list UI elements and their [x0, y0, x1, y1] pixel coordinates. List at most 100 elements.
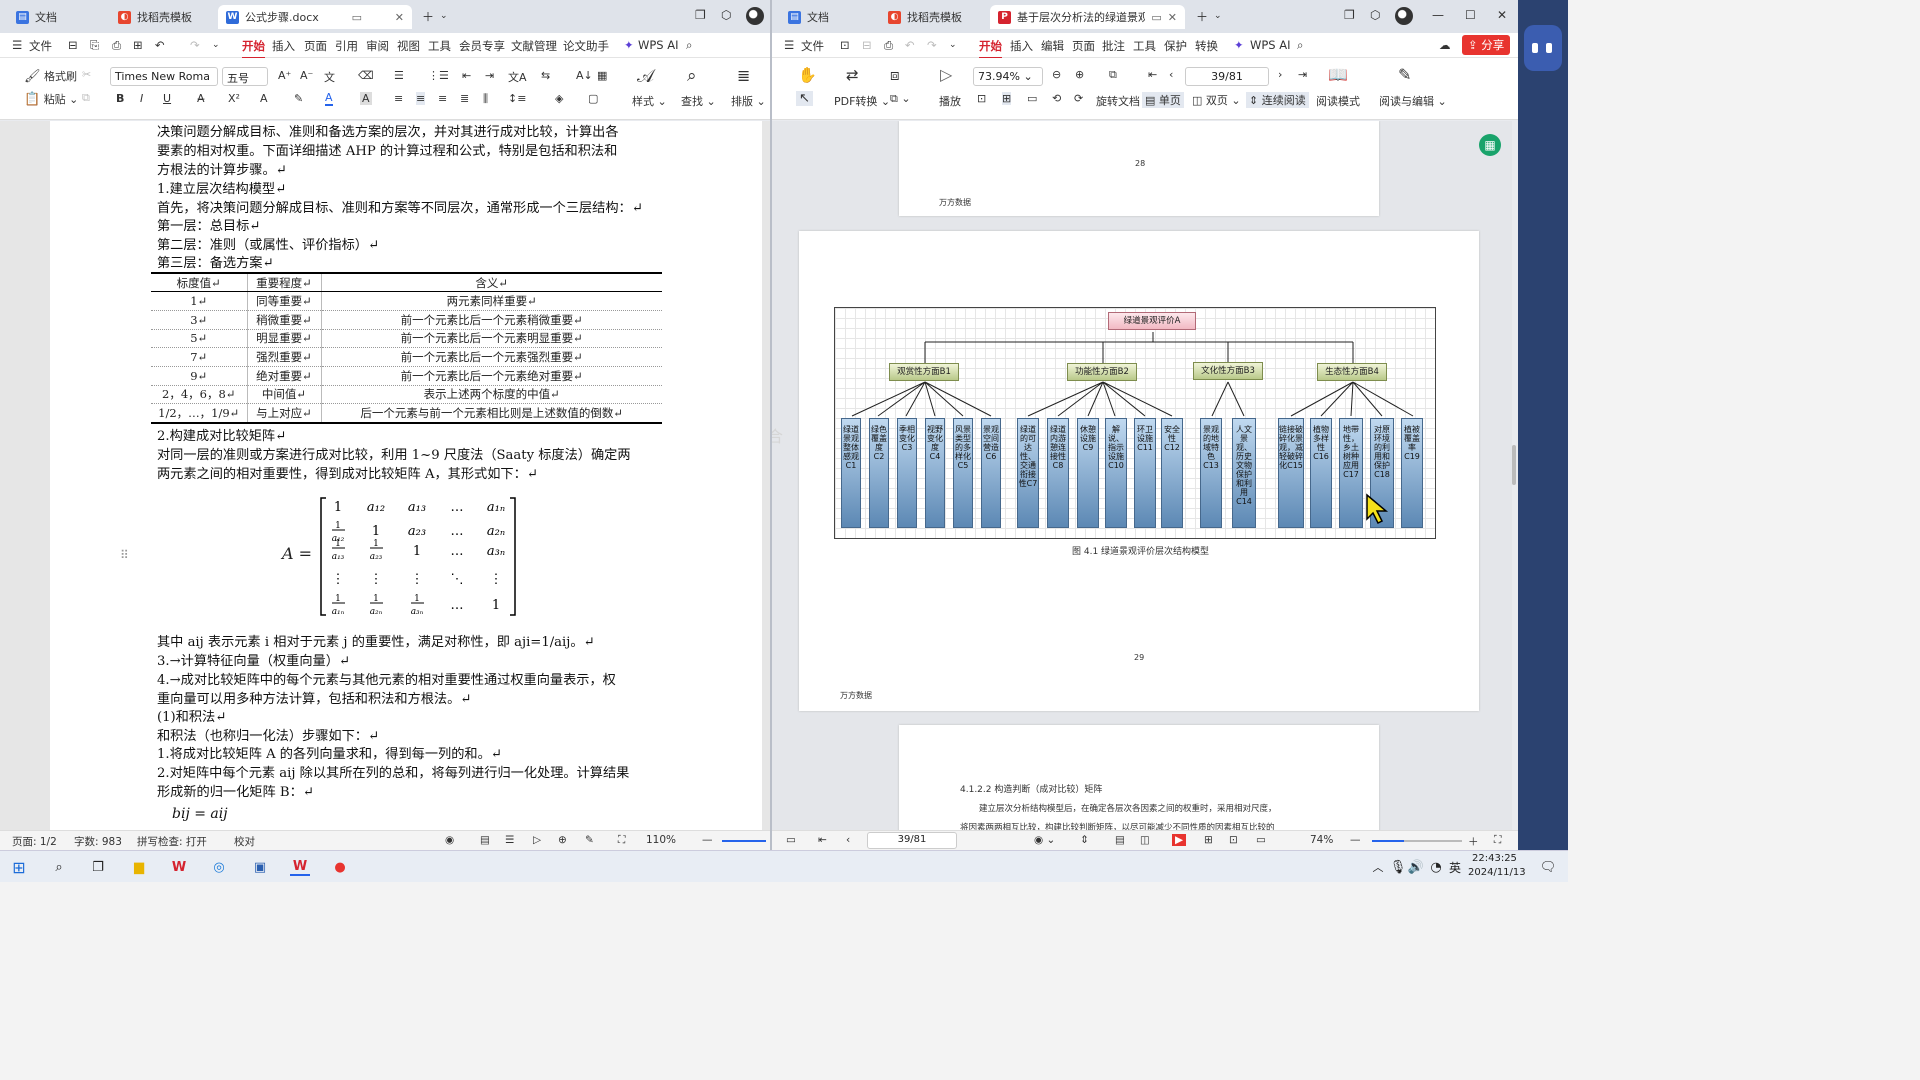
numbered-list-icon[interactable]: ⋮☰	[428, 69, 449, 82]
menu-home[interactable]: 开始	[242, 38, 265, 59]
drag-handle-icon[interactable]: ⠿	[120, 548, 129, 562]
fit-page-icon[interactable]: ⊞	[1204, 834, 1213, 846]
font-shrink-icon[interactable]: A⁻	[300, 69, 313, 82]
fit-page-icon[interactable]: ⊞	[1002, 92, 1012, 105]
next-page-icon[interactable]: ›	[1278, 68, 1282, 81]
menu-view[interactable]: 视图	[397, 38, 420, 54]
window-switch-icon[interactable]: ❐	[1344, 8, 1355, 22]
paste-button[interactable]: 📋 粘贴 ⌄	[24, 91, 78, 107]
zoom-out-icon[interactable]: —	[1350, 834, 1361, 846]
book-icon[interactable]: 📖	[1328, 65, 1348, 84]
tab-formula-docx[interactable]: W 公式步骤.docx ▭ ✕	[218, 5, 412, 29]
prev-page-icon[interactable]: ‹	[1169, 68, 1173, 81]
search-icon[interactable]: ⌕	[49, 858, 69, 876]
search-icon[interactable]: ⌕	[686, 38, 692, 53]
table-icon[interactable]: ▦	[597, 69, 607, 82]
print-preview-icon[interactable]: ⊞	[133, 38, 143, 52]
zoom-out-icon[interactable]: ⊖	[1052, 68, 1061, 81]
indent-icon[interactable]: ⇥	[485, 69, 494, 82]
zoom-out-icon[interactable]: —	[702, 834, 713, 846]
first-page-icon[interactable]: ⇤	[818, 834, 827, 846]
eye-icon[interactable]: ◉ ⌄	[1034, 834, 1055, 846]
font-size-select[interactable]: 五号	[222, 67, 268, 86]
print-icon[interactable]: ⎙	[884, 38, 893, 53]
recorder-icon[interactable]: ●	[330, 858, 350, 876]
cloud-upload-icon[interactable]: ☁	[1439, 38, 1451, 52]
find-button[interactable]: 查找 ⌄	[681, 93, 716, 109]
pen-icon[interactable]: ✎	[585, 834, 594, 846]
pdf-viewport[interactable]: 28 万方数据 绿道景观评价A 观赏性方面B1 功能性方面B2 文化性方面B3 …	[772, 121, 1512, 830]
network-icon[interactable]: ◔	[1426, 858, 1446, 876]
sort-icon[interactable]: A↓	[576, 69, 593, 82]
search-icon[interactable]: ⌕	[1297, 38, 1303, 53]
fit-width-icon[interactable]: ⊡	[1229, 834, 1238, 846]
font-grow-icon[interactable]: A⁺	[278, 69, 291, 82]
menu-thesis-assistant[interactable]: 论文助手	[563, 38, 609, 54]
shading-icon[interactable]: ◈	[555, 92, 563, 105]
open-folder-icon[interactable]: ⊡	[840, 38, 850, 52]
redo-icon[interactable]: ↷	[927, 38, 937, 52]
menu-references-manager[interactable]: 文献管理	[511, 38, 557, 54]
tab-docer-templates[interactable]: ◐ 找稻壳模板	[880, 5, 984, 29]
italic-button[interactable]: I	[140, 92, 143, 105]
cube-icon[interactable]: ⬡	[721, 8, 731, 22]
actual-size-icon[interactable]: ⊡	[977, 92, 986, 105]
avatar[interactable]	[746, 7, 764, 25]
align-left-icon[interactable]: ≡	[394, 92, 403, 105]
monitor-icon[interactable]: ▭	[346, 11, 362, 24]
window-switch-icon[interactable]: ❐	[695, 8, 706, 22]
undo-icon[interactable]: ↶	[905, 38, 915, 52]
strikethrough-button[interactable]: A̶	[197, 92, 205, 105]
copy-icon[interactable]: ⧉ ⌄	[890, 92, 911, 106]
clock-date[interactable]: 2024/11/13	[1468, 867, 1526, 878]
edge-browser-icon[interactable]: ◎	[209, 858, 229, 876]
minimize-icon[interactable]: —	[1432, 8, 1444, 22]
chinese-layout-icon[interactable]: 文A	[508, 69, 527, 85]
fit-width-icon[interactable]: ▭	[1027, 92, 1037, 105]
rotate-right-icon[interactable]: ⟳	[1074, 92, 1083, 105]
font-name-select[interactable]: Times New Roma	[110, 67, 218, 86]
page-layout-icon[interactable]: ⧉	[1109, 68, 1117, 82]
export-icon[interactable]: ⎘	[90, 38, 99, 53]
menu-review[interactable]: 审阅	[366, 38, 389, 54]
menu-edit[interactable]: 编辑	[1041, 38, 1064, 54]
format-painter-button[interactable]: 🖌 格式刷	[24, 68, 77, 84]
eye-icon[interactable]: ◉	[445, 834, 454, 846]
spell-check-toggle[interactable]: 拼写检查: 打开	[137, 834, 207, 849]
start-icon[interactable]: ⊞	[9, 858, 29, 877]
page-view-icon[interactable]: ▤	[480, 834, 490, 846]
eraser-icon[interactable]: ⌫	[358, 69, 374, 82]
prev-page-icon[interactable]: ‹	[846, 834, 850, 846]
outline-view-icon[interactable]: ☰	[505, 834, 514, 846]
menu-file[interactable]: 文件	[29, 38, 52, 54]
sidebar-toggle-icon[interactable]: ▭	[786, 834, 796, 846]
sort-direction-icon[interactable]: ⇆	[541, 69, 550, 82]
menu-convert[interactable]: 转换	[1195, 38, 1218, 54]
underline-button[interactable]: U	[163, 92, 171, 105]
double-page-button[interactable]: ◫ 双页 ⌄	[1192, 92, 1241, 108]
char-shading-button[interactable]: A	[360, 92, 372, 105]
zoom-slider[interactable]	[1372, 840, 1462, 842]
double-page-icon[interactable]: ◫	[1140, 834, 1150, 846]
menu-wps-ai[interactable]: WPS AI	[638, 38, 679, 52]
microphone-icon[interactable]: 🎙	[1388, 858, 1408, 876]
last-page-icon[interactable]: ⇥	[1298, 68, 1307, 81]
menu-tools[interactable]: 工具	[428, 38, 451, 54]
notification-icon[interactable]: 🗨	[1538, 858, 1558, 876]
continuous-read-button[interactable]: ⇕ 连续阅读	[1246, 92, 1309, 108]
word-count[interactable]: 字数: 983	[74, 834, 122, 849]
app-icon[interactable]: ▣	[250, 858, 270, 876]
new-tab-icon[interactable]: ＋	[1196, 8, 1208, 25]
copy-icon[interactable]: ⧉	[82, 91, 90, 105]
layout-button[interactable]: 排版 ⌄	[731, 93, 766, 109]
close-tab-icon[interactable]: ✕	[389, 11, 404, 24]
text-effect-button[interactable]: A	[260, 92, 268, 105]
cut-icon[interactable]: ✂	[82, 68, 91, 81]
hand-tool-icon[interactable]: ✋	[798, 66, 817, 84]
chevron-down-icon[interactable]: ⌄	[440, 11, 448, 21]
superscript-button[interactable]: X²	[228, 92, 240, 105]
actual-size-icon[interactable]: ▭	[1256, 834, 1266, 846]
tab-greenway-pdf[interactable]: P 基于层次分析法的绿道景观评 ▭ ✕	[990, 5, 1185, 29]
zoom-slider[interactable]	[722, 840, 766, 842]
share-button[interactable]: ⇪ 分享	[1462, 35, 1511, 55]
